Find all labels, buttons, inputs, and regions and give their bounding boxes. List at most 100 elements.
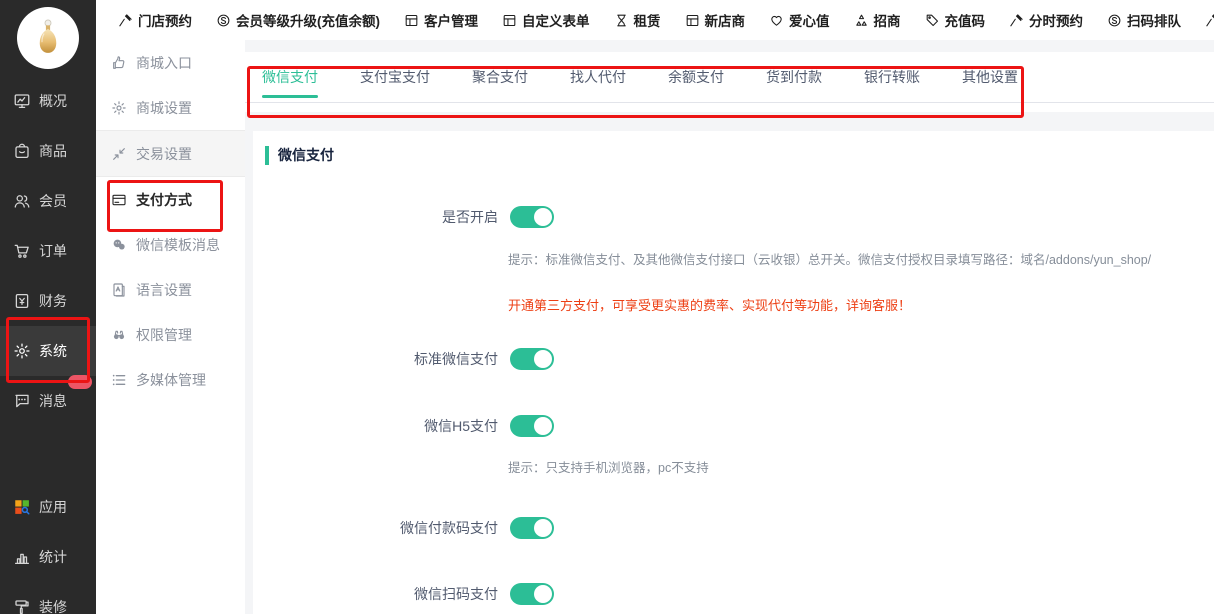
submenu-item-media-management[interactable]: 多媒体管理	[96, 357, 245, 402]
tab-wechat-pay[interactable]: 微信支付	[262, 52, 318, 102]
tab-aggregate-pay[interactable]: 聚合支付	[472, 52, 528, 102]
nav-item-rental[interactable]: 租赁	[614, 10, 661, 30]
compress-arrows-icon	[111, 146, 127, 162]
toggle-knob	[534, 519, 552, 537]
sidebar-item-statistics[interactable]: 统计	[0, 532, 96, 582]
tab-balance-pay[interactable]: 余额支付	[668, 52, 724, 102]
unread-badge: ···	[68, 375, 92, 389]
toggle-knob	[534, 208, 552, 226]
nav-item-new-store[interactable]: 新店商	[685, 10, 746, 30]
tab-alipay[interactable]: 支付宝支付	[360, 52, 430, 102]
wechat-icon	[111, 237, 127, 253]
heart-icon	[769, 13, 784, 28]
language-book-icon	[111, 282, 127, 298]
toggle-switch[interactable]	[510, 415, 554, 437]
submenu-item-trade-settings[interactable]: 交易设置	[96, 130, 245, 177]
binoculars-icon	[111, 327, 127, 343]
paint-roller-icon	[13, 598, 31, 614]
submenu-item-language-settings[interactable]: 语言设置	[96, 267, 245, 312]
list-icon	[111, 372, 127, 388]
form-row-is-enabled: 是否开启	[253, 206, 554, 228]
nav-item-store-booking[interactable]: 门店预约	[118, 10, 192, 30]
form-icon	[404, 13, 419, 28]
gavel-icon	[118, 13, 133, 28]
form-row-wechat-qrcode-pay: 微信扫码支付	[253, 583, 554, 605]
hourglass-icon	[614, 13, 629, 28]
nav-item-investment[interactable]: 招商	[854, 10, 901, 30]
form-row-standard-wechat-pay: 标准微信支付	[253, 348, 554, 370]
sidebar-item-orders[interactable]: 订单	[0, 226, 96, 276]
toggle-switch[interactable]	[510, 206, 554, 228]
tab-other-settings[interactable]: 其他设置	[962, 52, 1018, 102]
cart-icon	[13, 242, 31, 260]
gavel-icon	[1009, 13, 1024, 28]
bar-chart-icon	[13, 548, 31, 566]
tags-icon	[925, 13, 940, 28]
main-sidebar: 概况 商品 会员 订单	[0, 0, 96, 614]
nav-item-overflow-partial[interactable]	[1205, 13, 1214, 28]
submenu-item-permission-management[interactable]: 权限管理	[96, 312, 245, 357]
s-circle-icon	[216, 13, 231, 28]
recycle-icon	[854, 13, 869, 28]
form-icon	[685, 13, 700, 28]
toggle-switch[interactable]	[510, 583, 554, 605]
toggle-knob	[534, 350, 552, 368]
sidebar-menu: 概况 商品 会员 订单	[0, 76, 96, 614]
nav-item-scan-code-queue[interactable]: 扫码排队	[1107, 10, 1181, 30]
gavel-icon	[1205, 13, 1214, 28]
field-label: 标准微信支付	[253, 349, 498, 369]
toggle-switch[interactable]	[510, 348, 554, 370]
hint-text: 提示：只支持手机浏览器，pc不支持	[508, 457, 709, 476]
yunshop-admin-screen: 门店预约 会员等级升级(充值余额) 客户管理 自定义表单 租赁	[0, 0, 1214, 614]
toggle-knob	[534, 585, 552, 603]
field-label: 微信H5支付	[253, 416, 498, 436]
submenu-item-payment-methods[interactable]: 支付方式	[96, 177, 245, 222]
form-row-hint-h5: 提示：只支持手机浏览器，pc不支持	[508, 457, 709, 476]
credit-card-icon	[111, 192, 127, 208]
submenu-item-wechat-template-message[interactable]: 微信模板消息	[96, 222, 245, 267]
sidebar-item-system[interactable]: 系统	[0, 326, 96, 376]
tab-bank-transfer[interactable]: 银行转账	[864, 52, 920, 102]
nav-item-recharge-code[interactable]: 充值码	[925, 10, 986, 30]
form-row-wechat-h5-pay: 微信H5支付	[253, 415, 554, 437]
chat-dots-icon	[13, 392, 31, 410]
gear-icon	[13, 342, 31, 360]
sidebar-item-apps[interactable]: 应用	[0, 482, 96, 532]
tabbar-lower-strip	[245, 103, 1214, 112]
sidebar-item-messages[interactable]: 消息 ···	[0, 376, 96, 426]
nav-item-time-slot-booking[interactable]: 分时预约	[1009, 10, 1083, 30]
nav-item-customer-management[interactable]: 客户管理	[404, 10, 478, 30]
nav-item-love-value[interactable]: 爱心值	[769, 10, 830, 30]
sidebar-item-finance[interactable]: 财务	[0, 276, 96, 326]
toggle-switch[interactable]	[510, 517, 554, 539]
submenu-item-mall-settings[interactable]: 商城设置	[96, 85, 245, 130]
apps-grid-icon	[13, 498, 31, 516]
main-area: 微信支付 支付宝支付 聚合支付 找人代付 余额支付	[245, 40, 1214, 614]
form-icon	[502, 13, 517, 28]
submenu-item-mall-entrance[interactable]: 商城入口	[96, 40, 245, 85]
top-navbar: 门店预约 会员等级升级(充值余额) 客户管理 自定义表单 租赁	[96, 0, 1214, 41]
hint-text: 提示：标准微信支付、及其他微信支付接口（云收银）总开关。微信支付授权目录填写路径…	[508, 249, 1151, 268]
tab-pay-for-others[interactable]: 找人代付	[570, 52, 626, 102]
content-card: 微信支付 是否开启	[253, 131, 1214, 614]
system-submenu: 商城入口 商城设置 交易设置 支付方式 微信模板消息	[96, 40, 245, 614]
nav-item-custom-form[interactable]: 自定义表单	[502, 10, 590, 30]
sidebar-item-members[interactable]: 会员	[0, 176, 96, 226]
nav-item-member-level-upgrade[interactable]: 会员等级升级(充值余额)	[216, 10, 380, 30]
tab-cash-on-delivery[interactable]: 货到付款	[766, 52, 822, 102]
wallet-icon	[13, 292, 31, 310]
perfume-bottle-logo	[30, 17, 66, 59]
field-label: 微信付款码支付	[253, 518, 498, 538]
sidebar-item-decoration[interactable]: 装修	[0, 582, 96, 614]
form-row-note-third-party: 开通第三方支付，可享受更实惠的费率、实现代付等功能，详询客服！	[508, 295, 911, 314]
shop-avatar[interactable]	[17, 7, 79, 69]
settings-form: 是否开启 提示：标准微信支付、及其他微信支付接口（云收银）总开关。微信支付授权目…	[253, 131, 1214, 614]
sidebar-item-goods[interactable]: 商品	[0, 126, 96, 176]
goods-bag-icon	[13, 142, 31, 160]
sidebar-item-overview[interactable]: 概况	[0, 76, 96, 126]
form-row-hint-master-switch: 提示：标准微信支付、及其他微信支付接口（云收银）总开关。微信支付授权目录填写路径…	[508, 249, 1151, 268]
hint-text: 开通第三方支付，可享受更实惠的费率、实现代付等功能，详询客服！	[508, 295, 911, 314]
form-row-wechat-micropay: 微信付款码支付	[253, 517, 554, 539]
payment-tabs: 微信支付 支付宝支付 聚合支付 找人代付 余额支付	[245, 52, 1214, 103]
gear-icon	[111, 100, 127, 116]
